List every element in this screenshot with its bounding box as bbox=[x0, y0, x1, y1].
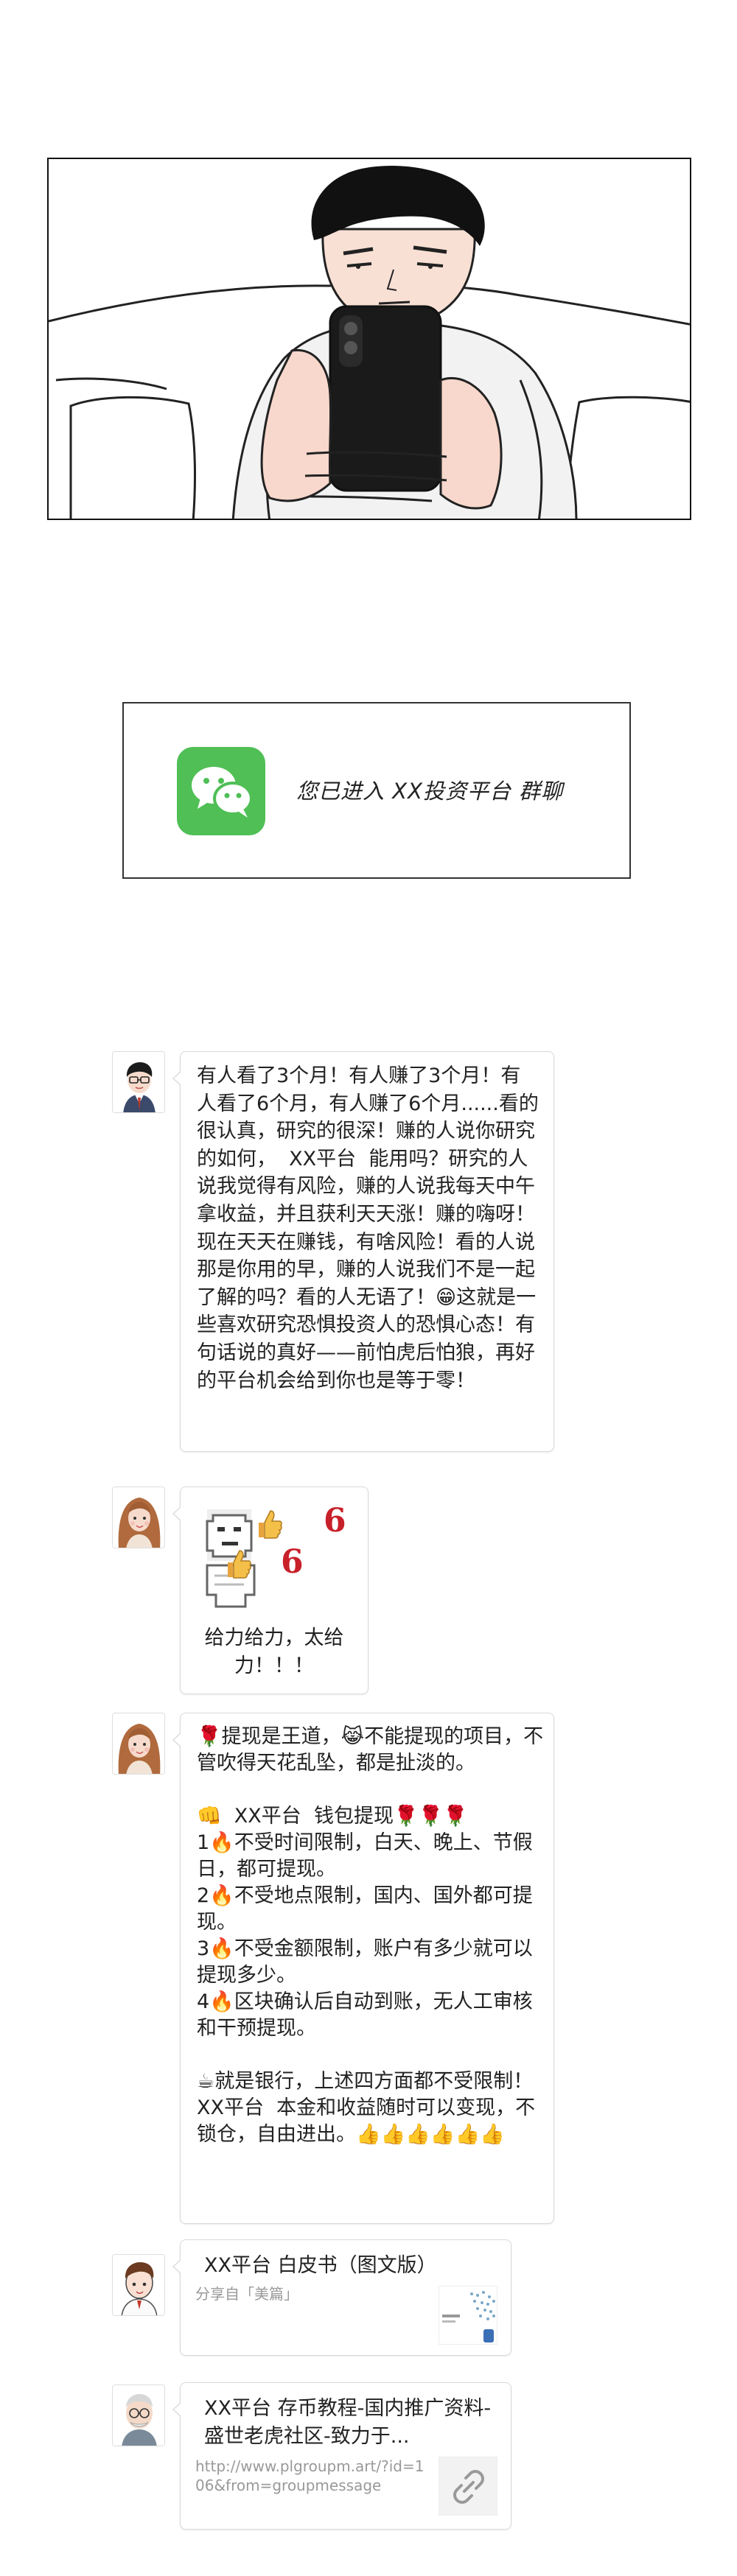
dots-pattern-icon bbox=[442, 2291, 495, 2342]
message-bubble[interactable]: 🌹提现是王道，😹不能提现的项目，不管吹得天花乱坠，都是扯淡的。 👊 XX平台 钱… bbox=[172, 1713, 554, 2224]
thumbs-up-icon bbox=[259, 1510, 282, 1539]
avatar[interactable] bbox=[112, 1051, 165, 1113]
group-join-text: 您已进入 XX投资平台 群聊 bbox=[296, 779, 564, 804]
link-card[interactable]: XX平台 白皮书（图文版） 分享自「美篇」 bbox=[172, 2239, 511, 2356]
link-source: 分享自「美篇」 bbox=[195, 2285, 298, 2303]
man-reading-phone-illustration bbox=[49, 166, 690, 519]
link-url: http://www.plgroupm.art/?id=106&from=gro… bbox=[195, 2457, 425, 2494]
group-join-notice: 您已进入 XX投资平台 群聊 bbox=[122, 702, 631, 879]
thumbs-up-icon bbox=[228, 1550, 251, 1579]
link-title: XX平台 白皮书（图文版） bbox=[204, 2254, 437, 2277]
link-thumbnail bbox=[439, 2286, 497, 2345]
comic-panel bbox=[47, 158, 691, 520]
message-bubble[interactable]: 有人看了3个月！有人赚了3个月！有人看了6个月，有人赚了6个月......看的很… bbox=[172, 1051, 554, 1452]
link-title: XX平台 存币教程-国内推广资料-盛世老虎社区-致力于... bbox=[204, 2397, 492, 2448]
sticker-caption: 给力给力，太给力！！！ bbox=[204, 1626, 344, 1677]
old-man-avatar-icon bbox=[113, 2385, 164, 2446]
woman-avatar-icon bbox=[113, 1487, 164, 1548]
avatar[interactable] bbox=[112, 1487, 165, 1548]
link-thumbnail bbox=[439, 2457, 497, 2516]
avatar[interactable] bbox=[112, 2254, 165, 2316]
sticker-bubble[interactable]: 6 6 给力给力，太给力！！！ bbox=[172, 1487, 368, 1694]
link-card[interactable]: XX平台 存币教程-国内推广资料-盛世老虎社区-致力于... http://ww… bbox=[172, 2382, 511, 2530]
wechat-icon bbox=[177, 747, 265, 835]
woman-avatar-icon bbox=[113, 1713, 164, 1774]
sticker-mark: 6 bbox=[281, 1543, 304, 1581]
cartoon-man-avatar-icon bbox=[113, 2255, 164, 2315]
man-glasses-avatar-icon bbox=[113, 1052, 164, 1112]
sticker-mark: 6 bbox=[324, 1502, 346, 1540]
message-text: 有人看了3个月！有人赚了3个月！有人看了6个月，有人赚了6个月......看的很… bbox=[197, 1064, 539, 1392]
avatar[interactable] bbox=[112, 1713, 165, 1775]
link-icon bbox=[453, 2470, 484, 2504]
message-text: 🌹提现是王道，😹不能提现的项目，不管吹得天花乱坠，都是扯淡的。 👊 XX平台 钱… bbox=[197, 1725, 544, 2146]
avatar[interactable] bbox=[112, 2384, 165, 2446]
